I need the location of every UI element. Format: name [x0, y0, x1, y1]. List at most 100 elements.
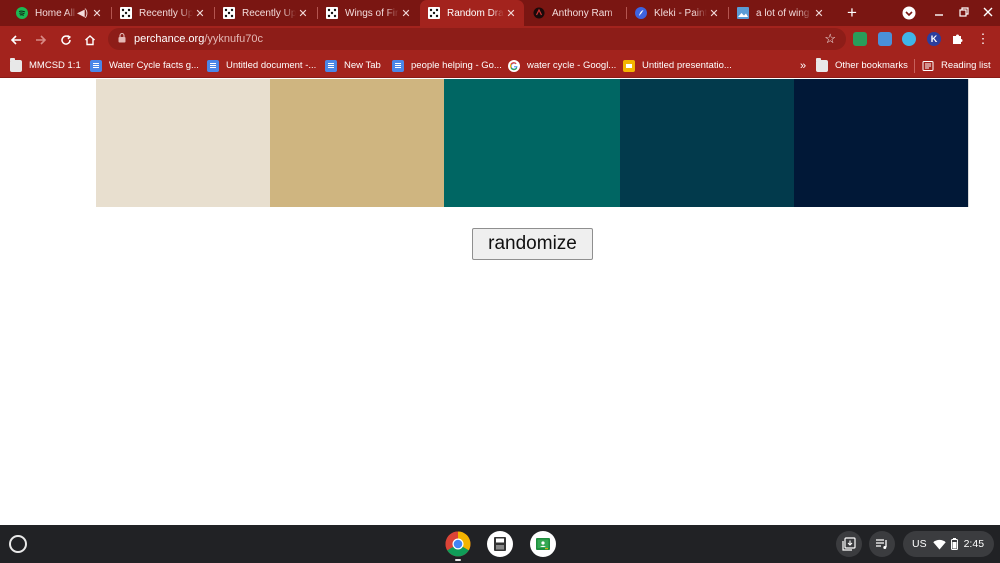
image-icon — [737, 7, 749, 19]
perchance-dice-icon — [223, 7, 235, 19]
palette-swatch — [794, 79, 968, 207]
tab-kleki-paint[interactable]: Kleki - Paint ✕ — [627, 0, 727, 26]
back-arrow-icon — [10, 35, 21, 45]
tab-home-all[interactable]: Home All ◀) ✕ — [8, 0, 110, 26]
folder-icon — [10, 57, 22, 72]
tab-title: Wings of Fire — [345, 7, 399, 19]
wifi-icon — [932, 539, 946, 549]
color-palette — [96, 79, 969, 207]
close-tab-icon[interactable]: ✕ — [812, 7, 826, 20]
close-tab-icon[interactable]: ✕ — [296, 7, 310, 20]
classroom-extension-icon[interactable] — [853, 32, 867, 46]
close-window-button[interactable] — [979, 4, 997, 22]
holding-space-button[interactable] — [836, 531, 862, 557]
bookmark-label: Water Cycle facts g... — [109, 60, 199, 71]
tab-title: Kleki - Paint — [654, 7, 707, 19]
bookmark-label: Untitled presentatio... — [642, 60, 732, 71]
chrome-menu-icon[interactable]: ⋮ — [976, 32, 990, 46]
docs-icon — [207, 59, 219, 72]
bookmark-label: Untitled document -... — [226, 60, 317, 71]
clock: 2:45 — [963, 538, 985, 550]
address-bar[interactable]: perchance.org/yyknufu70c ☆ — [108, 28, 846, 50]
reading-list[interactable]: Reading list — [922, 53, 991, 78]
palette-swatch — [444, 79, 620, 207]
back-button[interactable] — [6, 30, 26, 50]
perchance-dice-icon — [326, 7, 338, 19]
bookmarks-overflow-button[interactable]: » — [800, 53, 806, 78]
close-icon — [983, 7, 993, 17]
tab-recently-updated-2[interactable]: Recently Upd ✕ — [215, 0, 316, 26]
bookmark-untitled-presentation[interactable]: Untitled presentatio... — [623, 53, 732, 78]
close-tab-icon[interactable]: ✕ — [707, 7, 721, 20]
tab-title: Random Drag — [447, 7, 504, 19]
close-tab-icon[interactable]: ✕ — [90, 7, 104, 20]
playlist-music-icon — [876, 539, 887, 549]
tab-wings-of-fire[interactable]: Wings of Fire ✕ — [318, 0, 419, 26]
bookmark-mmcsd[interactable]: MMCSD 1:1 — [10, 53, 81, 78]
close-tab-icon[interactable]: ✕ — [399, 7, 413, 20]
randomize-button[interactable]: randomize — [472, 228, 593, 260]
spotify-icon — [16, 7, 28, 19]
bookmark-untitled-document[interactable]: Untitled document -... — [207, 53, 316, 78]
bookmarks-bar: MMCSD 1:1 Water Cycle facts g... Untitle… — [0, 53, 1000, 78]
bookmark-star-icon[interactable]: ☆ — [824, 28, 836, 50]
battery-icon — [950, 538, 958, 550]
bookmark-people-helping[interactable]: people helping - Go... — [392, 53, 502, 78]
home-button[interactable] — [80, 30, 100, 50]
chrome-icon[interactable] — [445, 531, 471, 557]
forward-arrow-icon — [36, 35, 47, 45]
tab-recently-updated-1[interactable]: Recently Upd ✕ — [112, 0, 213, 26]
minimize-button[interactable] — [930, 4, 948, 22]
close-tab-icon[interactable]: ✕ — [193, 7, 207, 20]
tab-search-button[interactable] — [900, 4, 918, 22]
folder-icon — [816, 57, 828, 72]
launcher-button[interactable] — [9, 535, 27, 553]
reading-list-icon — [922, 60, 934, 72]
files-icon[interactable] — [487, 531, 513, 557]
bookmark-label: people helping - Go... — [411, 60, 502, 71]
bookmark-water-cycle-google[interactable]: water cycle - Googl... — [508, 53, 616, 78]
ime-indicator: US — [912, 538, 927, 550]
minimize-icon — [935, 14, 943, 16]
extensions-puzzle-icon[interactable] — [951, 32, 965, 46]
lock-icon[interactable] — [118, 33, 126, 43]
url-text[interactable]: perchance.org/yyknufu70c — [134, 28, 263, 50]
bookmark-label: water cycle - Googl... — [527, 60, 617, 71]
bookmark-new-tab[interactable]: New Tab — [325, 53, 381, 78]
restore-button[interactable] — [955, 4, 973, 22]
tab-a-lot-of-wings[interactable]: a lot of wing ✕ — [729, 0, 832, 26]
reading-list-label: Reading list — [941, 60, 991, 71]
docs-icon — [90, 59, 102, 72]
k-extension-icon[interactable]: K — [927, 32, 941, 46]
media-controls-button[interactable] — [869, 531, 895, 557]
download-extension-icon[interactable] — [878, 32, 892, 46]
reload-button[interactable] — [56, 30, 76, 50]
new-tab-button[interactable]: + — [842, 3, 862, 23]
chevron-down-circle-icon — [902, 6, 916, 20]
tab-title: Home All — [35, 7, 76, 19]
running-indicator — [455, 559, 461, 561]
palette-swatch — [270, 79, 444, 207]
slides-icon — [623, 59, 635, 72]
other-bookmarks-label: Other bookmarks — [835, 60, 908, 71]
bookmark-water-cycle-facts[interactable]: Water Cycle facts g... — [90, 53, 199, 78]
holding-space-icon — [842, 537, 856, 551]
close-tab-icon[interactable]: ✕ — [504, 7, 518, 20]
url-host: perchance.org — [134, 33, 205, 45]
status-area[interactable]: US 2:45 — [903, 531, 994, 557]
extension-icon[interactable] — [902, 32, 916, 46]
tab-random-dragon[interactable]: Random Drag ✕ — [420, 0, 524, 26]
palette-swatch — [620, 79, 794, 207]
docs-icon — [392, 59, 404, 72]
url-path: /yyknufu70c — [204, 33, 264, 45]
palette-swatch — [96, 79, 270, 207]
other-bookmarks[interactable]: Other bookmarks — [816, 53, 908, 78]
google-icon — [508, 59, 520, 72]
tab-anthony-ram[interactable]: Anthony Ram — [525, 0, 625, 26]
kleki-icon — [635, 7, 647, 19]
audio-playing-icon[interactable]: ◀) — [77, 8, 88, 19]
site-icon — [533, 7, 545, 19]
forward-button[interactable] — [31, 30, 51, 50]
classroom-icon[interactable] — [530, 531, 556, 557]
bookmark-label: New Tab — [344, 60, 381, 71]
